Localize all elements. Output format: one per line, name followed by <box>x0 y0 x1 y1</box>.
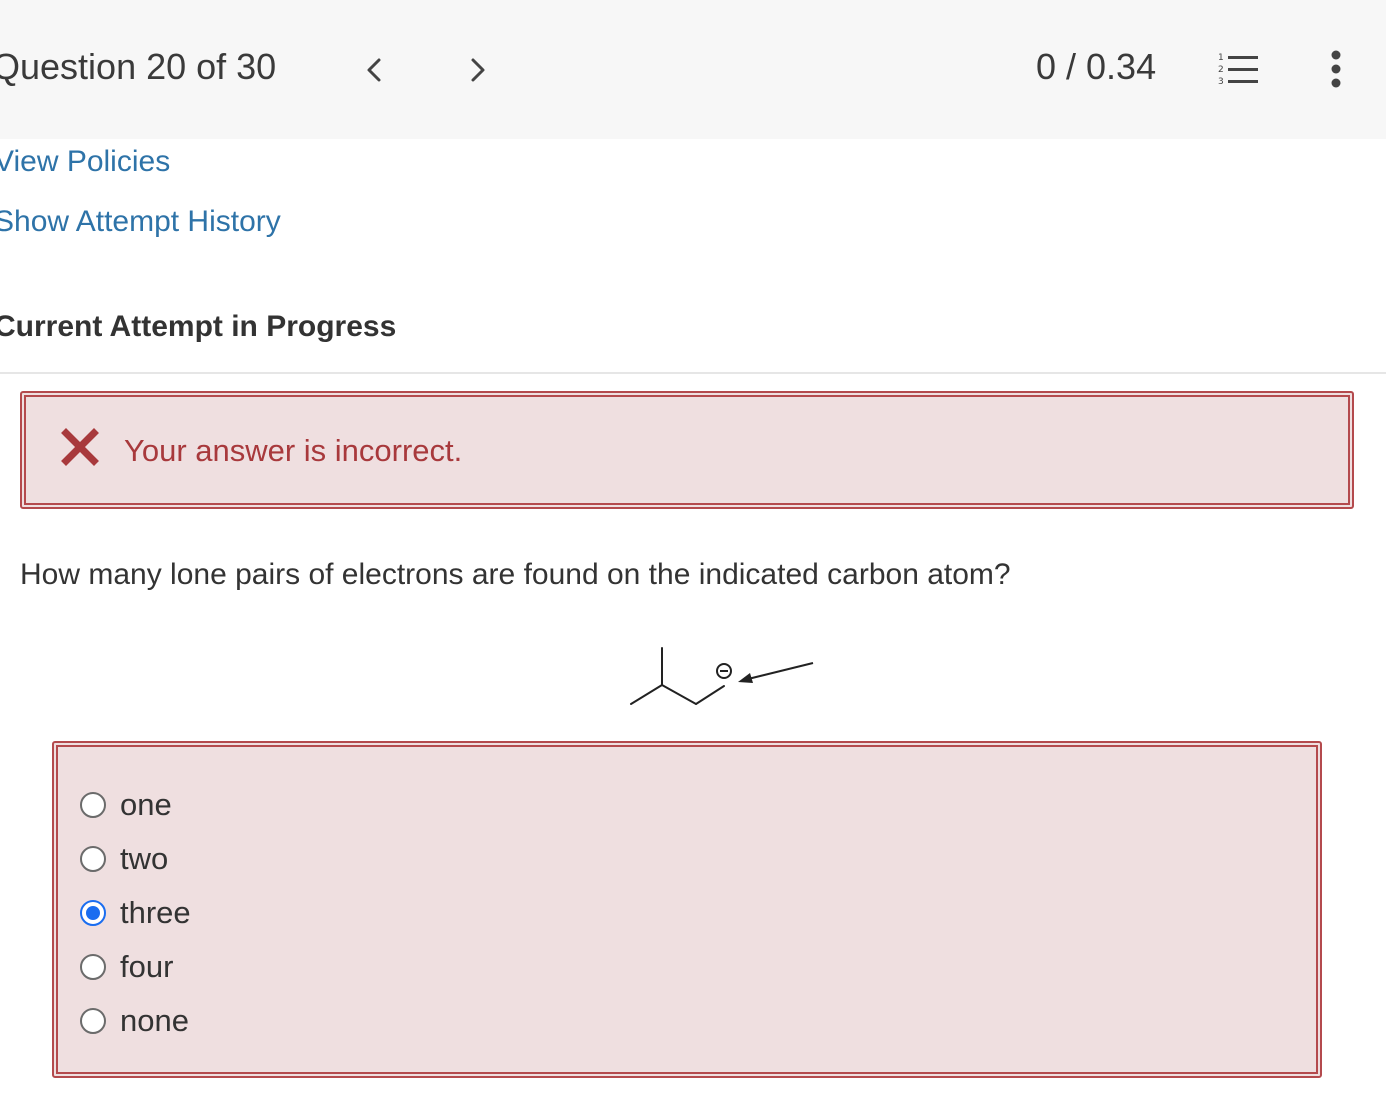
question-counter: Question 20 of 30 <box>0 46 277 87</box>
previous-question-button[interactable] <box>356 50 392 90</box>
radio-button-three[interactable] <box>80 900 106 926</box>
negative-charge-icon <box>716 663 732 679</box>
svg-text:3: 3 <box>1218 77 1224 87</box>
option-four[interactable]: four <box>80 947 173 987</box>
option-none[interactable]: none <box>80 1001 189 1041</box>
option-label: two <box>120 841 169 876</box>
feedback-message: Your answer is incorrect. <box>124 433 463 468</box>
question-header-bar: Question 20 of 30 0 / 0.34 1 2 3 <box>0 0 1386 139</box>
option-two[interactable]: two <box>80 839 168 879</box>
question-score: 0 / 0.34 <box>1036 46 1157 87</box>
more-options-button[interactable] <box>1322 48 1350 90</box>
question-prompt: How many lone pairs of electrons are fou… <box>20 558 1011 591</box>
indicator-arrow-icon <box>738 662 814 683</box>
view-policies-link[interactable]: View Policies <box>0 145 170 179</box>
close-x-icon <box>61 428 99 466</box>
radio-button-four[interactable] <box>80 954 106 980</box>
svg-text:2: 2 <box>1218 65 1224 75</box>
attempt-heading: Current Attempt in Progress <box>0 310 397 343</box>
feedback-alert: Your answer is incorrect. <box>20 391 1354 509</box>
radio-button-two[interactable] <box>80 846 106 872</box>
more-vertical-icon <box>1331 50 1341 88</box>
answer-options-panel: one two three four none <box>52 741 1322 1078</box>
show-attempt-history-link[interactable]: Show Attempt History <box>0 205 281 239</box>
numbered-list-icon: 1 2 3 <box>1218 53 1258 87</box>
question-list-button[interactable]: 1 2 3 <box>1216 50 1262 88</box>
option-one[interactable]: one <box>80 785 172 825</box>
skeletal-bonds <box>630 647 725 705</box>
next-question-button[interactable] <box>460 50 496 90</box>
svg-text:1: 1 <box>1218 53 1224 63</box>
chevron-right-icon <box>471 58 485 82</box>
option-label: one <box>120 787 172 822</box>
molecule-structure-image <box>630 647 814 705</box>
divider <box>0 372 1386 374</box>
option-label: four <box>120 949 174 984</box>
option-three[interactable]: three <box>80 893 191 933</box>
chevron-left-icon <box>367 58 381 82</box>
radio-button-none[interactable] <box>80 1008 106 1034</box>
option-label: three <box>120 895 191 930</box>
option-label: none <box>120 1003 189 1038</box>
radio-button-one[interactable] <box>80 792 106 818</box>
